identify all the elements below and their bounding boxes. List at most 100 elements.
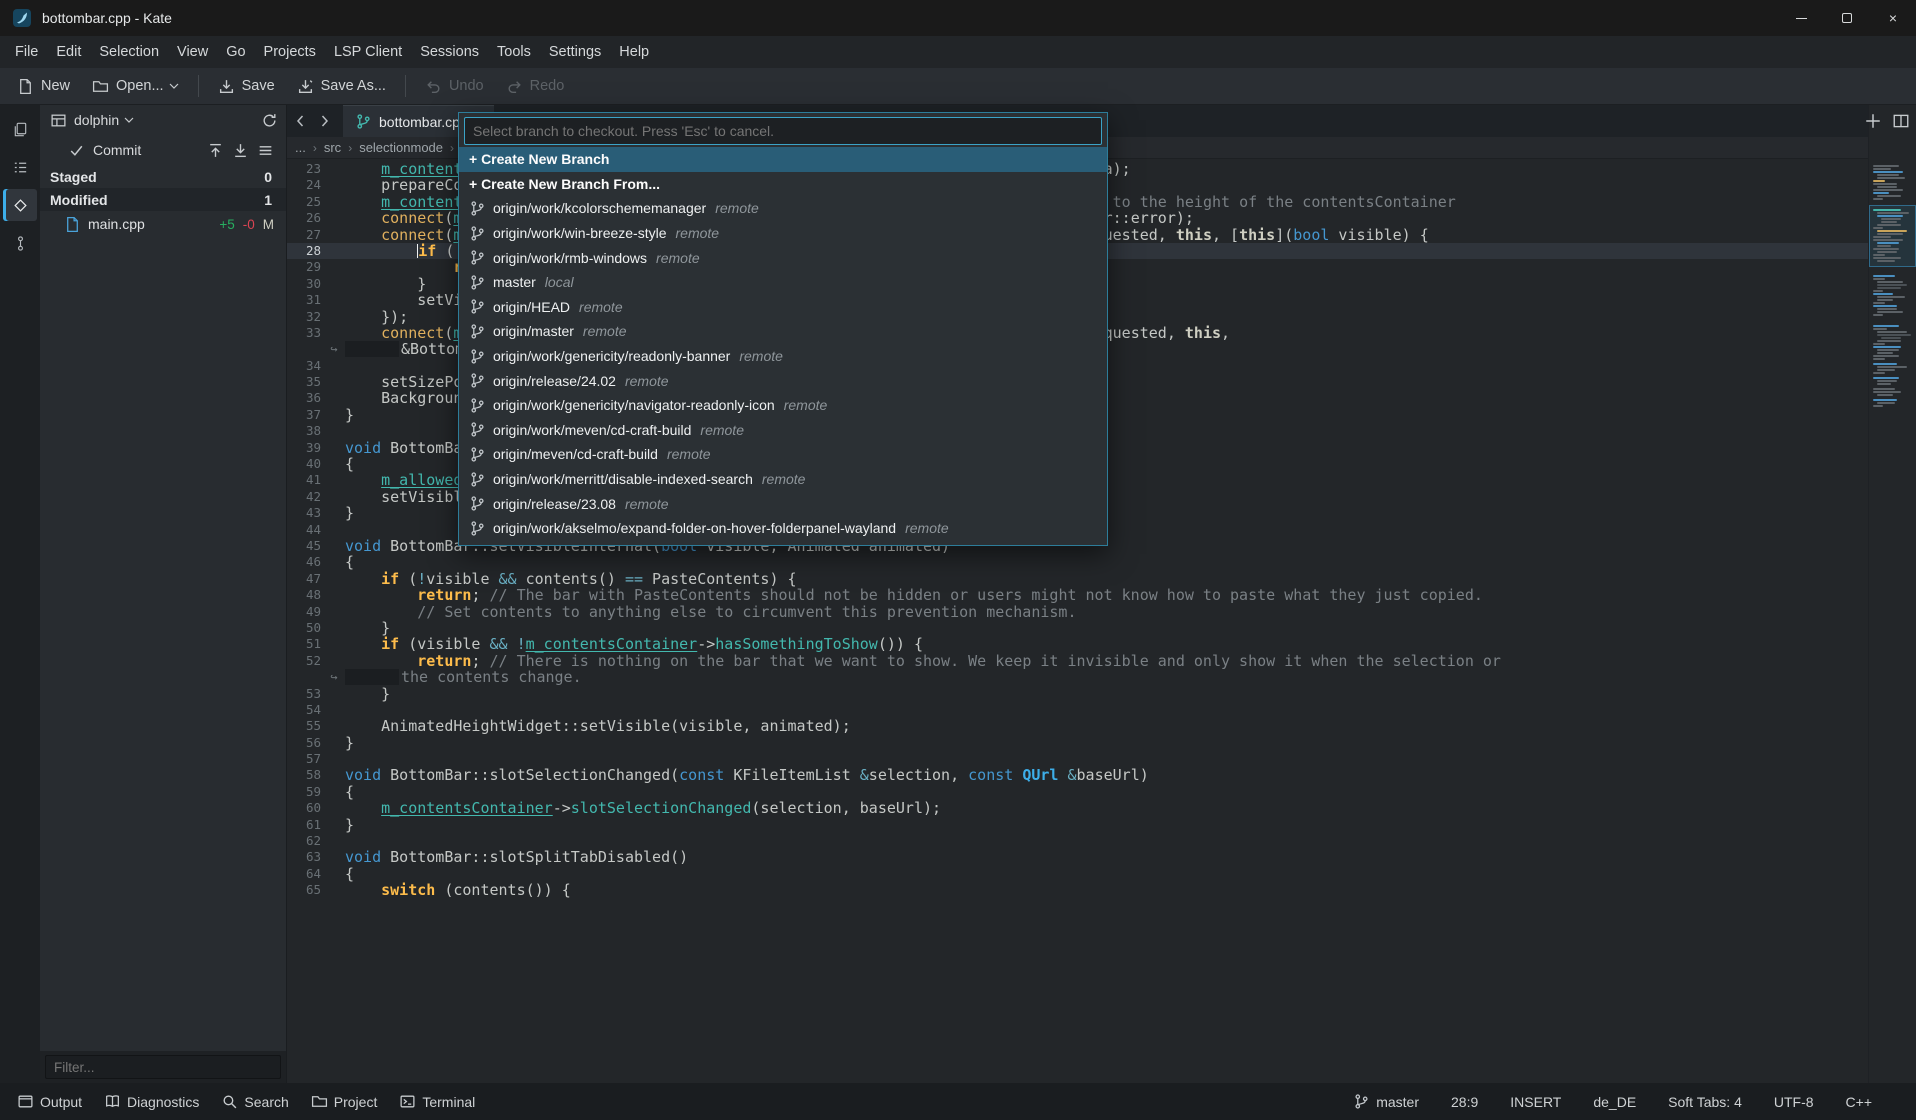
branch-item-origin-work-win-breeze-style[interactable]: origin/work/win-breeze-styleremote [459, 221, 1107, 246]
forward-icon[interactable] [312, 105, 337, 137]
code-line[interactable]: 50 } [287, 620, 1868, 636]
branch-action-create-new-branch-from[interactable]: + Create New Branch From... [459, 172, 1107, 197]
menu-item-file[interactable]: File [6, 40, 47, 64]
code-line[interactable]: 61} [287, 817, 1868, 833]
code-line[interactable]: 56} [287, 735, 1868, 751]
breadcrumb-item-[interactable]: ... [295, 140, 306, 155]
menu-item-lsp-client[interactable]: LSP Client [325, 40, 411, 64]
git-file-row[interactable]: main.cpp +5 -0 M [40, 211, 286, 237]
toolview-button-documents[interactable] [3, 113, 37, 145]
statusbar-tab-mode[interactable]: Soft Tabs: 4 [1668, 1094, 1742, 1110]
breadcrumb-item-selectionmode[interactable]: selectionmode [359, 140, 443, 155]
toolbar-button-save-as[interactable]: Save As... [288, 73, 395, 100]
code-line[interactable]: ↪the contents change. [287, 669, 1868, 685]
code-line[interactable]: 63void BottomBar::slotSplitTabDisabled() [287, 849, 1868, 865]
branch-item-origin-work-genericity-navigator-readonly-icon[interactable]: origin/work/genericity/navigator-readonl… [459, 393, 1107, 418]
menu-item-selection[interactable]: Selection [90, 40, 168, 64]
toolbar-button-open[interactable]: Open... [83, 73, 188, 100]
git-stat-staged[interactable]: Staged0 [40, 165, 286, 188]
branch-item-origin-work-akselmo-expand-folder-on-hover-folderpanel-wayland[interactable]: origin/work/akselmo/expand-folder-on-hov… [459, 516, 1107, 541]
split-add-icon[interactable] [1864, 112, 1882, 130]
code-line[interactable]: 62 [287, 833, 1868, 849]
statusbar-cursor-position[interactable]: 28:9 [1451, 1094, 1478, 1110]
line-number: 36 [287, 390, 323, 406]
gutter-spacer [323, 210, 345, 226]
minimize-button[interactable] [1778, 0, 1824, 36]
statusbar-encoding[interactable]: UTF-8 [1774, 1094, 1814, 1110]
menu-item-view[interactable]: View [168, 40, 217, 64]
code-line[interactable]: 60 m_contentsContainer->slotSelectionCha… [287, 800, 1868, 816]
split-view-icon[interactable] [1892, 112, 1910, 130]
menu-item-projects[interactable]: Projects [255, 40, 325, 64]
menu-item-settings[interactable]: Settings [540, 40, 610, 64]
code-line[interactable]: 65 switch (contents()) { [287, 882, 1868, 898]
statusbar-toolview-project[interactable]: Project [302, 1089, 387, 1114]
branch-search-input[interactable] [464, 117, 1102, 145]
branch-item-origin-work-rmb-windows[interactable]: origin/work/rmb-windowsremote [459, 245, 1107, 270]
statusbar-toolview-terminal[interactable]: Terminal [390, 1089, 484, 1114]
branch-item-master[interactable]: masterlocal [459, 270, 1107, 295]
minimap-line [1873, 405, 1883, 407]
branch-action-create-new-branch[interactable]: + Create New Branch [459, 147, 1107, 172]
branch-item-origin-meven-cd-craft-build[interactable]: origin/meven/cd-craft-buildremote [459, 442, 1107, 467]
branch-item-origin-release-23-08[interactable]: origin/release/23.08remote [459, 491, 1107, 516]
toolview-button-commits[interactable] [3, 227, 37, 259]
menu-item-help[interactable]: Help [610, 40, 658, 64]
git-stat-modified[interactable]: Modified1 [40, 188, 286, 211]
toolbar-button-redo[interactable]: Redo [497, 73, 574, 100]
refresh-icon[interactable] [261, 112, 278, 129]
statusbar-toolview-diagnostics[interactable]: Diagnostics [95, 1089, 208, 1114]
branch-item-origin-release-24-02[interactable]: origin/release/24.02remote [459, 368, 1107, 393]
git-project-selector[interactable]: dolphin [40, 105, 286, 135]
statusbar-input-mode[interactable]: INSERT [1510, 1094, 1561, 1110]
branch-item-origin-work-meven-cd-craft-build[interactable]: origin/work/meven/cd-craft-buildremote [459, 418, 1107, 443]
toolview-button-projects[interactable] [3, 151, 37, 183]
close-button[interactable]: × [1870, 0, 1916, 36]
breadcrumb-item-src[interactable]: src [324, 140, 341, 155]
toolbar-button-save[interactable]: Save [209, 73, 284, 100]
minimap-line [1873, 171, 1903, 173]
code-line[interactable]: 47 if (!visible && contents() == PasteCo… [287, 571, 1868, 587]
statusbar-syntax-mode[interactable]: C++ [1846, 1094, 1872, 1110]
filter-input[interactable] [45, 1055, 281, 1079]
toolbar-button-undo[interactable]: Undo [416, 73, 493, 100]
menu-item-tools[interactable]: Tools [488, 40, 540, 64]
statusbar-dictionary[interactable]: de_DE [1593, 1094, 1636, 1110]
statusbar-git-branch[interactable]: master [1353, 1093, 1419, 1110]
code-line[interactable]: 53 } [287, 686, 1868, 702]
menu-item-go[interactable]: Go [217, 40, 254, 64]
maximize-button[interactable] [1824, 0, 1870, 36]
code-line[interactable]: 52 return; // There is nothing on the ba… [287, 653, 1868, 669]
code-line[interactable]: 58void BottomBar::slotSelectionChanged(c… [287, 767, 1868, 783]
code-line[interactable]: 64{ [287, 866, 1868, 882]
minimap-line [1877, 352, 1893, 354]
branch-item-origin-work-genericity-readonly-banner[interactable]: origin/work/genericity/readonly-bannerre… [459, 344, 1107, 369]
statusbar-toolview-output[interactable]: Output [8, 1089, 91, 1114]
code-line[interactable]: 48 return; // The bar with PasteContents… [287, 587, 1868, 603]
branch-item-origin-work-kcolorschememanager[interactable]: origin/work/kcolorschememanagerremote [459, 196, 1107, 221]
code-line[interactable]: 51 if (visible && !m_contentsContainer->… [287, 636, 1868, 652]
toolview-button-git[interactable] [3, 189, 37, 221]
minimap-scrollbar[interactable] [1868, 105, 1916, 1083]
code-line[interactable]: 46{ [287, 554, 1868, 570]
statusbar-toolview-search[interactable]: Search [212, 1089, 297, 1114]
code-line[interactable]: 59{ [287, 784, 1868, 800]
menu-item-edit[interactable]: Edit [47, 40, 90, 64]
hamburger-menu-icon[interactable] [257, 142, 274, 159]
branch-item-origin-head[interactable]: origin/HEADremote [459, 295, 1107, 320]
code-line[interactable]: 54 [287, 702, 1868, 718]
menu-item-sessions[interactable]: Sessions [411, 40, 488, 64]
back-icon[interactable] [287, 105, 312, 137]
pull-icon[interactable] [232, 142, 249, 159]
code-line[interactable]: 49 // Set contents to anything else to c… [287, 604, 1868, 620]
git-stat-count: 0 [264, 169, 272, 185]
commit-button[interactable]: Commit [93, 142, 141, 158]
branch-item-origin-work-merritt-disable-indexed-search[interactable]: origin/work/merritt/disable-indexed-sear… [459, 467, 1107, 492]
lines-removed: -0 [243, 217, 255, 232]
code-line[interactable]: 55 AnimatedHeightWidget::setVisible(visi… [287, 718, 1868, 734]
code-line[interactable]: 57 [287, 751, 1868, 767]
gutter-spacer [323, 407, 345, 423]
push-icon[interactable] [207, 142, 224, 159]
branch-item-origin-master[interactable]: origin/masterremote [459, 319, 1107, 344]
toolbar-button-new[interactable]: New [8, 73, 79, 100]
